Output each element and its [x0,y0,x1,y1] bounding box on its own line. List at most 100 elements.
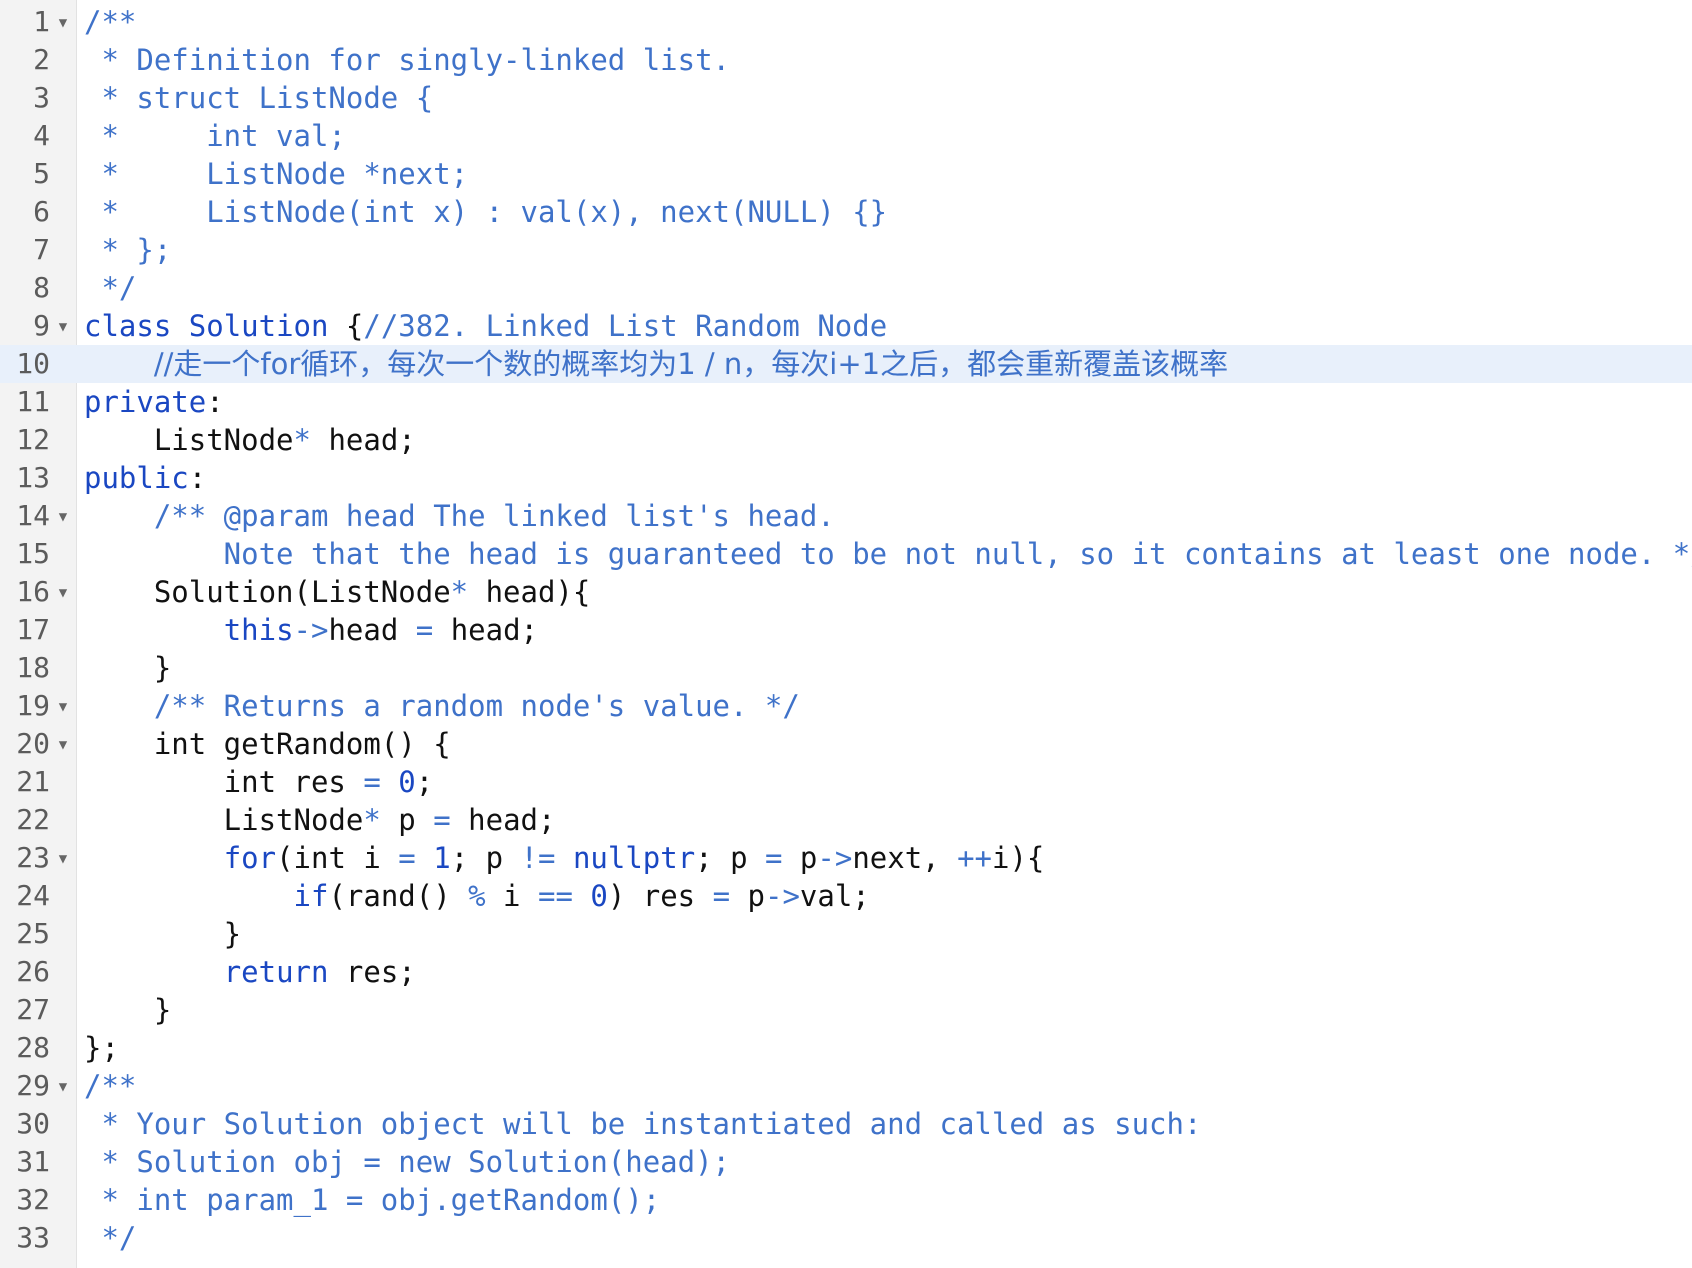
code-token: p [730,879,765,913]
code-token: head; [450,803,556,837]
line-number: 6 [33,195,50,228]
code-token: = [398,841,416,875]
chevron-down-icon[interactable]: ▼ [55,307,71,347]
code-line[interactable]: 12 ListNode* head; [0,421,1692,459]
code-line[interactable]: 28}; [0,1029,1692,1067]
code-token: : [188,461,207,495]
chevron-down-icon[interactable]: ▼ [55,573,71,613]
code-token: int getRandom() { [84,727,451,761]
line-number: 2 [33,43,50,76]
code-editor[interactable]: 1 ▼/** 2 * Definition for singly-linked li… [0,0,1692,1268]
line-number: 5 [33,157,50,190]
chevron-down-icon[interactable]: ▼ [55,839,71,879]
code-text: } [84,915,241,953]
chevron-down-icon[interactable]: ▼ [55,687,71,727]
code-line[interactable]: 23 ▼ for(int i = 1; p != nullptr; p = p->… [0,839,1692,877]
code-text: Solution(ListNode* head){ [84,573,591,611]
line-number: 17 [16,613,50,646]
code-line[interactable]: 24 if(rand() % i == 0) res = p->val; [0,877,1692,915]
code-line[interactable]: 3 * struct ListNode { [0,79,1692,117]
code-line[interactable]: 13 public: [0,459,1692,497]
code-line[interactable]: 7 * }; [0,231,1692,269]
code-line[interactable]: 25 } [0,915,1692,953]
code-token: head [328,613,416,647]
code-text: if(rand() % i == 0) res = p->val; [84,877,870,915]
chevron-down-icon[interactable]: ▼ [55,725,71,765]
code-token: == [537,879,573,913]
line-number: 22 [16,803,50,836]
code-line[interactable]: 5 * ListNode *next; [0,155,1692,193]
code-line[interactable]: 32 * int param_1 = obj.getRandom(); [0,1181,1692,1219]
code-lines[interactable]: 1 ▼/** 2 * Definition for singly-linked li… [0,3,1692,1257]
code-token: -> [293,613,329,647]
code-line[interactable]: 18 } [0,649,1692,687]
code-line[interactable]: 27 } [0,991,1692,1029]
code-line[interactable]: 4 * int val; [0,117,1692,155]
code-line[interactable]: 26 return res; [0,953,1692,991]
code-token: /** [84,5,137,39]
line-number: 25 [16,917,50,950]
code-line[interactable]: 21 int res = 0; [0,763,1692,801]
code-line[interactable]: 1 ▼ /** [0,3,1692,41]
code-token: * [450,575,469,609]
code-line[interactable]: 29 ▼ /** [0,1067,1692,1105]
code-token: ListNode [84,423,294,457]
code-text: */ [84,269,136,307]
line-number: 23 [16,841,50,874]
code-line[interactable]: 11 private: [0,383,1692,421]
code-line[interactable]: 22 ListNode* p = head; [0,801,1692,839]
code-line[interactable]: 19 ▼ /** Returns a random node's value. *… [0,687,1692,725]
code-token: */ [84,271,137,305]
code-line[interactable]: 33 */ [0,1219,1692,1257]
code-text: * struct ListNode { [84,79,433,117]
code-token: this [223,613,294,647]
code-text: }; [84,1029,119,1067]
code-token: (int i [276,841,399,875]
code-token: Solution(ListNode [84,575,451,609]
code-token: * }; [84,233,172,267]
line-number: 8 [33,271,50,304]
code-line[interactable]: 6 * ListNode(int x) : val(x), next(NULL)… [0,193,1692,231]
code-token: val; [799,879,870,913]
code-line[interactable]: 2 * Definition for singly-linked list. [0,41,1692,79]
code-token: nullptr [572,841,696,875]
code-text: return res; [84,953,416,991]
code-line[interactable]: 15 Note that the head is guaranteed to b… [0,535,1692,573]
code-token: ; p [695,841,765,875]
code-text: * ListNode *next; [84,155,468,193]
code-token: -> [817,841,853,875]
line-number: 14 [16,499,50,532]
code-line[interactable]: 10 //走一个for循环，每次一个数的概率均为1 / n，每次i+1之后，都会… [0,345,1692,383]
code-text: } [84,991,171,1029]
code-line[interactable]: 17 this->head = head; [0,611,1692,649]
code-token: i [485,879,538,913]
code-text: int res = 0; [84,763,434,801]
code-text: * }; [84,231,171,269]
code-token: * struct ListNode { [84,81,434,115]
line-number: 11 [16,385,50,418]
code-line[interactable]: 30 * Your Solution object will be instan… [0,1105,1692,1143]
code-token: private [84,385,207,419]
code-line[interactable]: 9 ▼ class Solution {//382. Linked List Ran… [0,307,1692,345]
code-line[interactable]: 31 * Solution obj = new Solution(head); [0,1143,1692,1181]
line-number: 29 [16,1069,50,1102]
line-number: 15 [16,537,50,570]
chevron-down-icon[interactable]: ▼ [55,497,71,537]
code-token: { [328,309,364,343]
code-token: = [415,613,434,647]
code-line[interactable]: 8 */ [0,269,1692,307]
line-number: 21 [16,765,50,798]
code-token: head; [310,423,416,457]
code-line[interactable]: 20 ▼ int getRandom() { [0,725,1692,763]
code-line[interactable]: 14 ▼ /** @param head The linked list's he… [0,497,1692,535]
chevron-down-icon[interactable]: ▼ [55,1067,71,1107]
code-text: this->head = head; [84,611,538,649]
chevron-down-icon[interactable]: ▼ [55,3,71,43]
code-line[interactable]: 16 ▼ Solution(ListNode* head){ [0,573,1692,611]
code-token: Solution [188,309,329,343]
code-token: p [380,803,434,837]
